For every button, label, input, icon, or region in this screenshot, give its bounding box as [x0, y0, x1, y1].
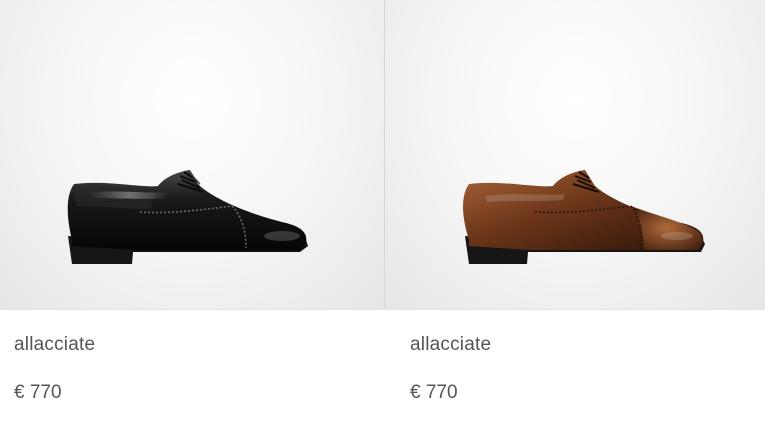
product-name[interactable]: allacciate — [14, 334, 95, 356]
product-price: € 770 — [14, 382, 62, 403]
product-card[interactable]: allacciate € 770 — [0, 0, 384, 429]
brown-brogue-oxford-shoe-icon — [463, 170, 705, 264]
product-price: € 770 — [410, 382, 458, 403]
product-card[interactable]: allacciate € 770 — [385, 0, 765, 429]
product-grid: allacciate € 770 allacciate € 770 — [0, 0, 765, 429]
black-brogue-oxford-shoe-icon — [67, 169, 308, 264]
product-image[interactable] — [0, 0, 384, 310]
product-image[interactable] — [385, 0, 765, 310]
product-name[interactable]: allacciate — [410, 334, 491, 356]
